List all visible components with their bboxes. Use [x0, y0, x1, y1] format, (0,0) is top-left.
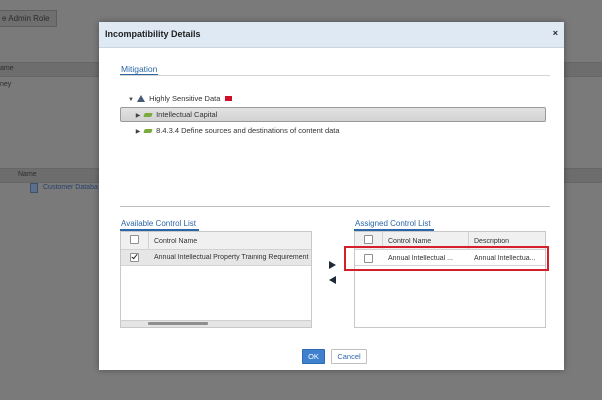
warning-triangle-icon	[137, 94, 146, 102]
section-divider	[120, 206, 550, 207]
dialog-title: Incompatibility Details	[105, 29, 201, 39]
background-column-name: ame	[0, 65, 14, 72]
ok-button[interactable]: OK	[302, 349, 325, 364]
background-tab: e Admin Role	[0, 10, 57, 27]
arrow-left-icon[interactable]	[329, 276, 336, 284]
tree-item-label: Intellectual Capital	[156, 110, 218, 119]
close-icon[interactable]: ×	[553, 28, 558, 38]
document-icon	[30, 183, 38, 193]
column-header-description: Description	[474, 238, 510, 245]
background-column-name-2: Name	[18, 171, 37, 178]
folder-icon	[143, 129, 153, 134]
row-checkbox[interactable]	[130, 253, 139, 262]
tree-item-label: 8.4.3.4 Define sources and destinations …	[156, 126, 340, 135]
horizontal-scrollbar[interactable]	[121, 320, 311, 327]
red-flag-icon	[225, 95, 233, 101]
select-all-checkbox[interactable]	[364, 235, 373, 244]
column-separator	[148, 232, 149, 249]
cancel-button[interactable]: Cancel	[331, 349, 367, 364]
column-header-control-name: Control Name	[154, 238, 198, 245]
background-link: Customer Databa	[43, 184, 98, 191]
expand-toggle-icon[interactable]: ▶	[134, 110, 142, 123]
highlight-box	[344, 246, 549, 271]
tree-item-label: Highly Sensitive Data	[149, 94, 221, 103]
assigned-control-list-title: Assigned Control List	[355, 219, 431, 228]
table-row[interactable]: Annual Intellectual Property Training Re…	[121, 250, 311, 266]
available-control-list-title: Available Control List	[121, 219, 197, 228]
control-name-cell: Annual Intellectual Property Training Re…	[154, 254, 309, 261]
column-header-control-name: Control Name	[388, 238, 432, 245]
tab-mitigation[interactable]: Mitigation	[121, 64, 157, 74]
folder-icon	[143, 113, 153, 118]
tree-item-intellectual-capital[interactable]: ▶ Intellectual Capital	[120, 107, 546, 122]
scrollbar-thumb[interactable]	[148, 322, 208, 325]
arrow-right-icon[interactable]	[329, 261, 336, 269]
tree-item-highly-sensitive-data[interactable]: ▼ Highly Sensitive Data	[127, 92, 236, 105]
available-list-header: Control Name	[121, 232, 311, 250]
collapse-toggle-icon[interactable]: ▼	[127, 94, 135, 107]
expand-toggle-icon[interactable]: ▶	[134, 126, 142, 139]
incompatibility-details-dialog: Incompatibility Details × Mitigation ▼ H…	[99, 22, 564, 370]
select-all-checkbox[interactable]	[130, 235, 139, 244]
available-control-list: Control Name Annual Intellectual Propert…	[120, 231, 312, 328]
dialog-header: Incompatibility Details ×	[99, 22, 564, 48]
section-divider	[120, 75, 550, 76]
background-table-cell: ney	[0, 81, 12, 88]
tree-item-define-sources[interactable]: ▶ 8.4.3.4 Define sources and destination…	[134, 124, 340, 137]
